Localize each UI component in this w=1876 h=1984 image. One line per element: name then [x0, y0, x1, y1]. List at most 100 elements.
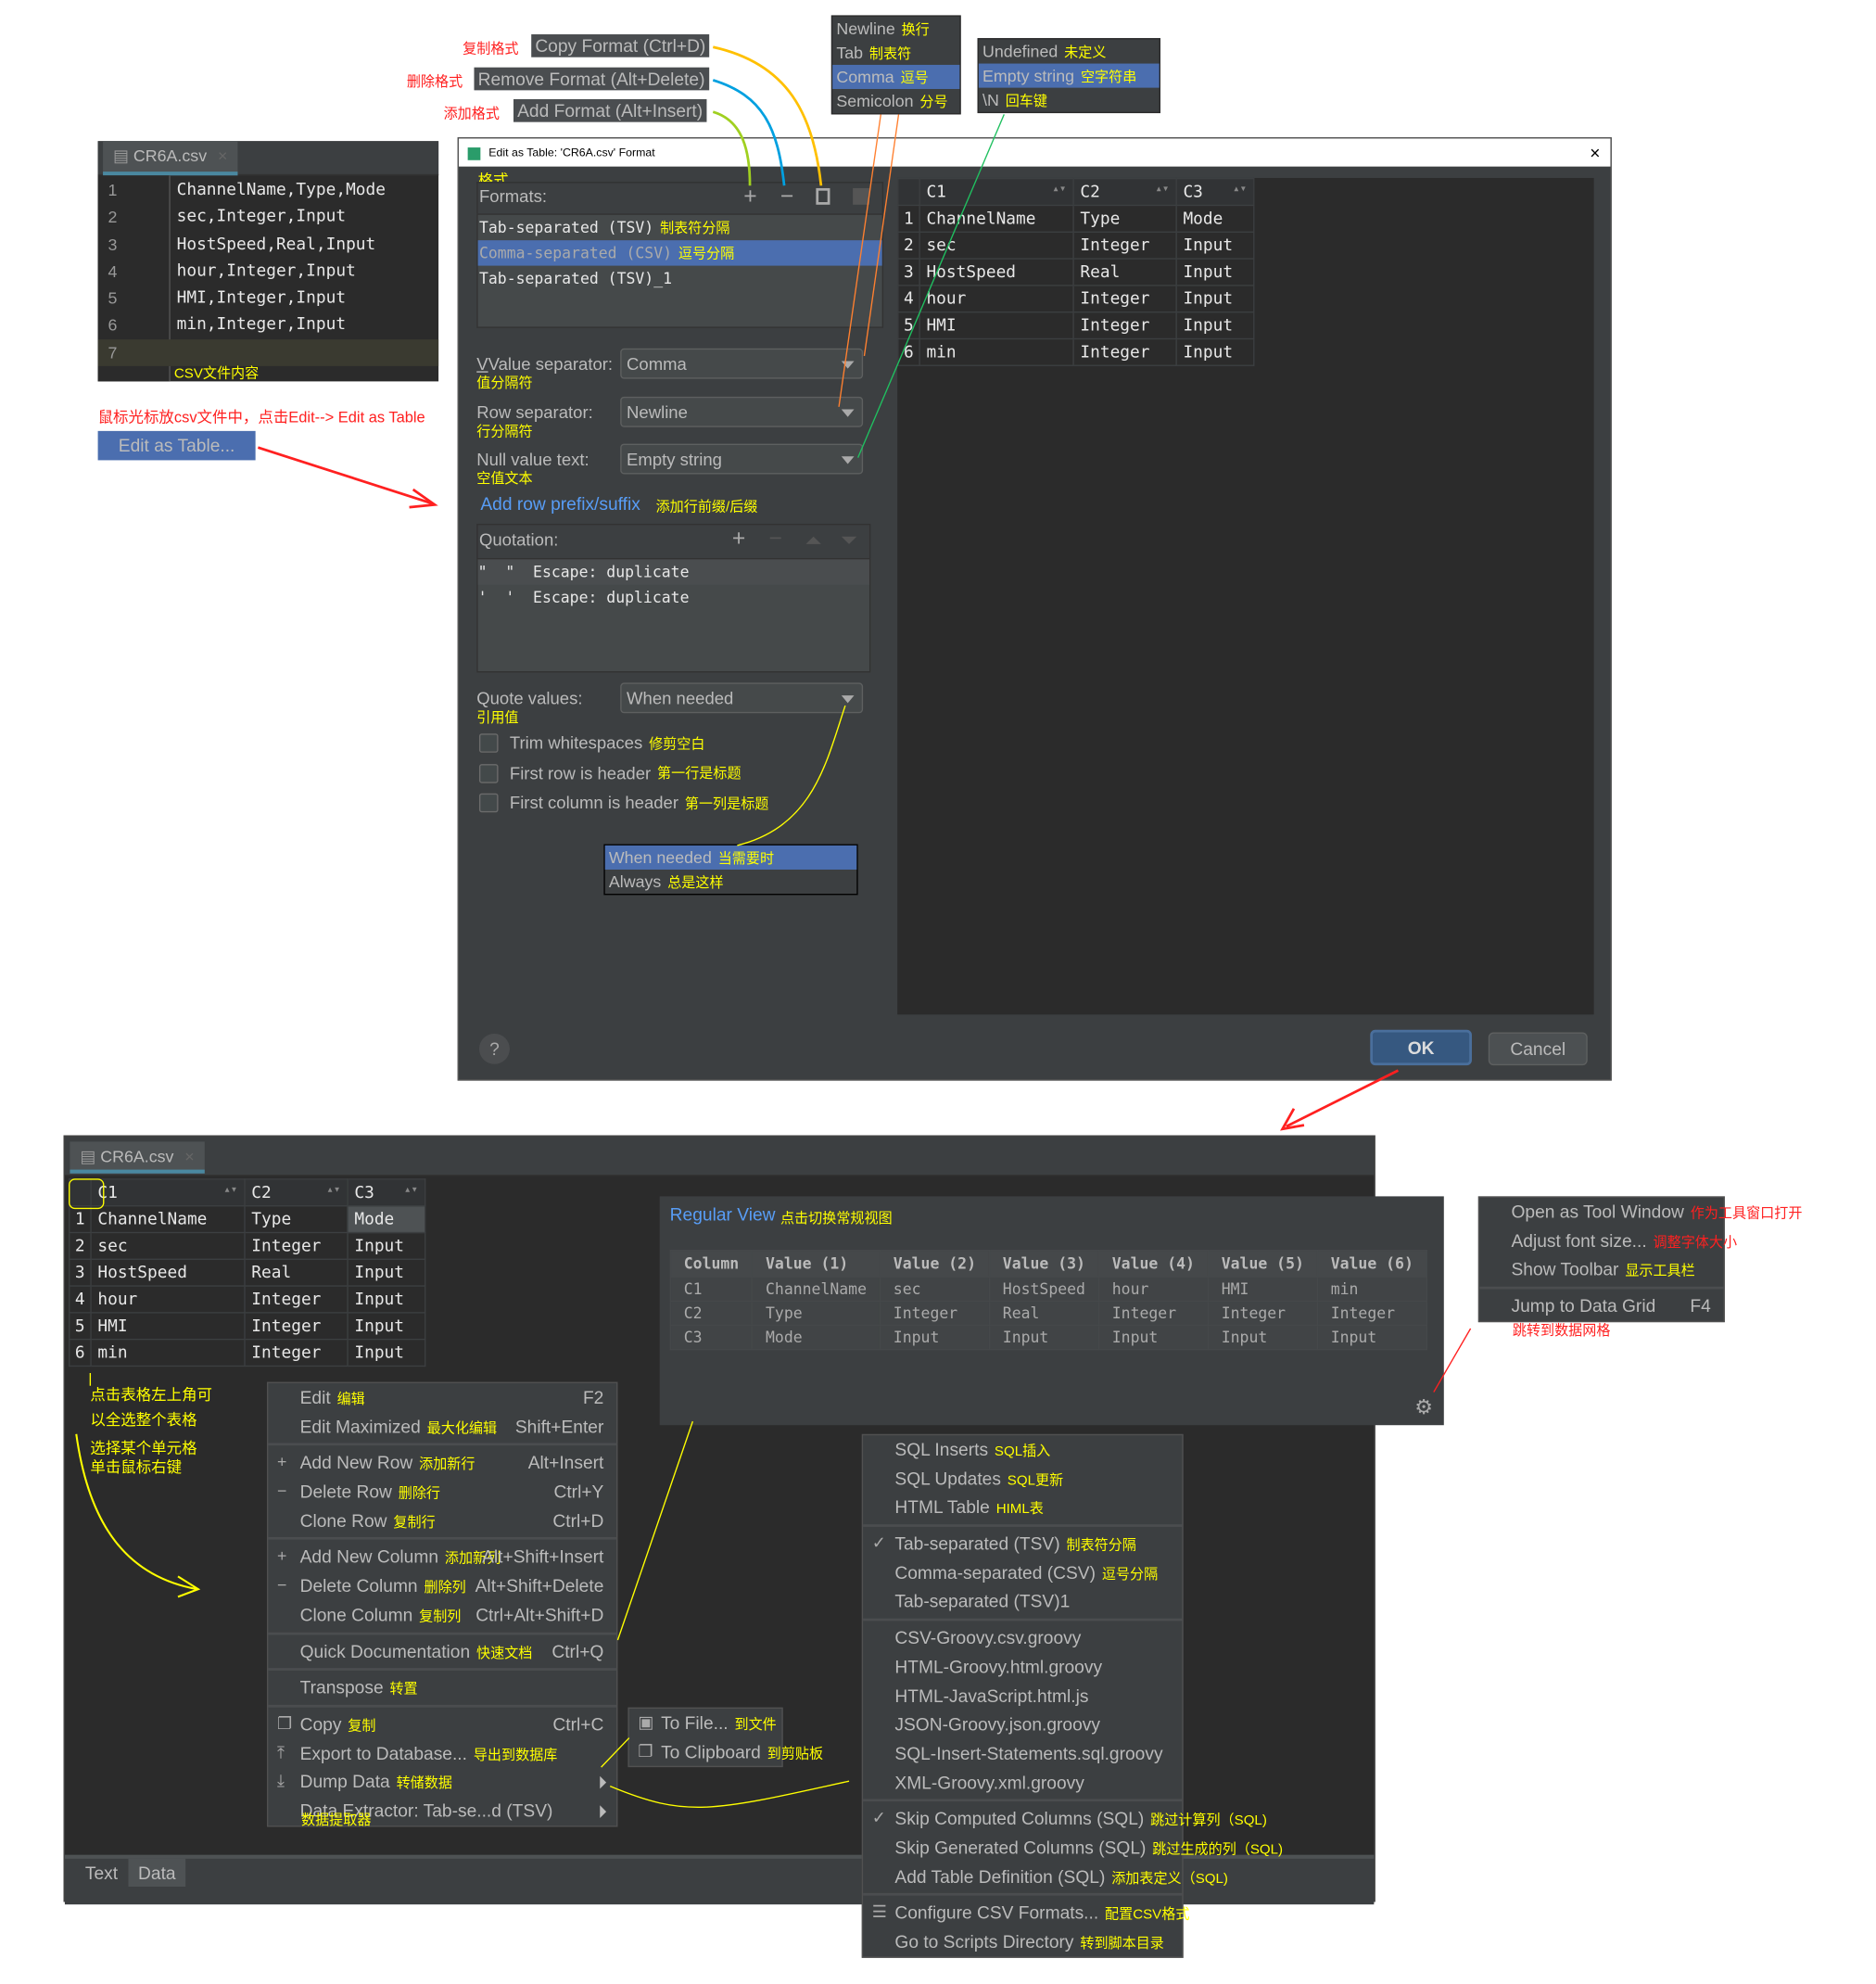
column-header[interactable]: C3 ▴▾	[1175, 177, 1255, 207]
popup-option[interactable]: Empty string 空字符串	[978, 63, 1160, 88]
menu-item-to-clipboard[interactable]: ❐ To Clipboard 到剪贴板	[629, 1737, 823, 1766]
menu-item-dump-data[interactable]: ⤓ Dump Data 转储数据	[268, 1767, 616, 1796]
menu-item-sql-insert-statements-sql-groovy[interactable]: SQL-Insert-Statements.sql.groovy	[863, 1739, 1182, 1768]
row-number[interactable]: 6	[69, 1338, 92, 1367]
menu-item-show-toolbar[interactable]: Show Toolbar 显示工具栏	[1479, 1255, 1723, 1284]
copy-format-button[interactable]	[816, 187, 830, 205]
table-row[interactable]: 5 HMI Integer Input	[897, 311, 1255, 340]
menu-item-quick-documentation[interactable]: Quick Documentation 快速文档 Ctrl+Q	[268, 1637, 616, 1666]
sort-icon[interactable]: ▴▾	[1052, 183, 1066, 196]
table-row[interactable]: 4 hour Integer Input	[897, 285, 1255, 313]
menu-item-xml-groovy-xml-groovy[interactable]: XML-Groovy.xml.groovy	[863, 1768, 1182, 1797]
menu-item-sql-inserts[interactable]: SQL Inserts SQL插入	[863, 1435, 1182, 1464]
close-tab-icon[interactable]: ×	[218, 146, 227, 166]
row-number[interactable]: 1	[897, 204, 920, 233]
menu-item-open-as-tool-window[interactable]: Open as Tool Window 作为工具窗口打开	[1479, 1198, 1802, 1227]
table-row[interactable]: 1 ChannelName Type Mode	[897, 204, 1255, 233]
table-cell[interactable]: Integer	[1072, 285, 1177, 313]
table-row[interactable]: 6 min Integer Input	[897, 337, 1255, 366]
table-cell[interactable]: Integer	[1072, 337, 1177, 366]
table-cell[interactable]: HostSpeed	[919, 258, 1074, 286]
table-cell[interactable]: Input	[1175, 231, 1255, 260]
table-cell[interactable]: Input	[347, 1285, 426, 1314]
row-number[interactable]: 2	[69, 1231, 92, 1260]
regular-view-link[interactable]: Regular View	[670, 1204, 776, 1225]
table-cell[interactable]: Integer	[244, 1285, 349, 1314]
table-cell[interactable]: HostSpeed	[90, 1258, 246, 1287]
table-cell[interactable]: Input	[1175, 258, 1255, 286]
menu-item-edit-maximized[interactable]: Edit Maximized 最大化编辑 Shift+Enter	[268, 1412, 616, 1441]
file-tab[interactable]: ▤ CR6A.csv ×	[70, 1141, 205, 1174]
popup-option[interactable]: Comma 逗号	[832, 64, 960, 89]
menu-item-transpose[interactable]: Transpose 转置	[268, 1673, 616, 1702]
menu-item-html-javascript-html-js[interactable]: HTML-JavaScript.html.js	[863, 1682, 1182, 1711]
add-row-prefix-link[interactable]: Add row prefix/suffix	[480, 493, 640, 514]
table-cell[interactable]: hour	[90, 1285, 246, 1314]
row-number[interactable]: 4	[69, 1285, 92, 1314]
menu-item-comma-separated-csv[interactable]: Comma-separated (CSV) 逗号分隔	[863, 1558, 1182, 1587]
select-all-corner[interactable]	[69, 1178, 105, 1210]
menu-item-skip-generated-columns-sql[interactable]: Skip Generated Columns (SQL) 跳过生成的列（SQL)	[863, 1833, 1283, 1862]
value-separator-select[interactable]: Comma	[620, 348, 864, 379]
checkbox-row[interactable]: Trim whitespaces 修剪空白	[478, 729, 768, 758]
table-cell[interactable]: Input	[347, 1338, 426, 1367]
table-row[interactable]: 2 sec Integer Input	[897, 231, 1255, 260]
close-tab-icon[interactable]: ×	[184, 1147, 194, 1166]
table-cell[interactable]: Type	[1072, 204, 1177, 233]
table-row[interactable]: 5 HMI Integer Input	[69, 1312, 426, 1341]
data-grid[interactable]: C1 ▴▾ C2 ▴▾ C3 ▴▾ 1 ChannelName Type Mode 2 sec Inte…	[69, 1178, 426, 1367]
cancel-button[interactable]: Cancel	[1488, 1032, 1588, 1066]
row-number[interactable]: 5	[69, 1312, 92, 1341]
menu-item-add-new-column[interactable]: + Add New Column 添加新列 Alt+Shift+Insert	[268, 1543, 616, 1571]
table-cell[interactable]: Input	[1175, 311, 1255, 340]
row-number[interactable]: 3	[897, 258, 920, 286]
file-tab[interactable]: ▤ CR6A.csv ×	[103, 141, 238, 176]
move-up-icon[interactable]	[805, 536, 821, 544]
menu-item-add-table-definition-sql[interactable]: Add Table Definition (SQL) 添加表定义（SQL)	[863, 1862, 1228, 1890]
menu-item-go-to-scripts-directory[interactable]: Go to Scripts Directory 转到脚本目录	[863, 1927, 1182, 1956]
table-cell[interactable]: Input	[1175, 285, 1255, 313]
row-number[interactable]: 5	[897, 311, 920, 340]
help-button[interactable]: ?	[478, 1033, 510, 1064]
format-item[interactable]: Tab-separated (TSV)_1	[478, 266, 882, 291]
column-header[interactable]: C1 ▴▾	[90, 1178, 246, 1207]
table-cell[interactable]: HMI	[919, 311, 1074, 340]
table-cell[interactable]: HMI	[90, 1312, 246, 1341]
table-cell[interactable]: min	[919, 337, 1074, 366]
table-cell[interactable]: Input	[347, 1231, 426, 1260]
table-row[interactable]: 3 HostSpeed Real Input	[897, 258, 1255, 286]
row-separator-select[interactable]: Newline	[620, 396, 864, 427]
format-item[interactable]: Comma-separated (CSV) 逗号分隔	[477, 240, 882, 266]
menu-item-html-groovy-html-groovy[interactable]: HTML-Groovy.html.groovy	[863, 1652, 1182, 1681]
menu-item-copy[interactable]: ❐ Copy 复制 Ctrl+C	[268, 1710, 616, 1738]
menu-item-tab-separated-tsv[interactable]: ✓ Tab-separated (TSV) 制表符分隔	[863, 1530, 1182, 1558]
quote-values-select[interactable]: When needed	[620, 682, 864, 714]
menu-item-html-table[interactable]: HTML Table HIML表	[863, 1493, 1182, 1521]
menu-item-edit[interactable]: Edit 编辑 F2	[268, 1383, 616, 1412]
menu-item-csv-groovy-csv-groovy[interactable]: CSV-Groovy.csv.groovy	[863, 1623, 1182, 1652]
remove-format-button[interactable]: −	[780, 183, 793, 210]
menu-item-configure-csv-formats[interactable]: ☰ Configure CSV Formats... 配置CSV格式	[863, 1899, 1190, 1927]
menu-item-to-file[interactable]: ▣ To File... 到文件	[629, 1709, 782, 1737]
formats-list[interactable]: Tab-separated (TSV) 制表符分隔 Comma-separated …	[476, 213, 884, 328]
column-header[interactable]: C2 ▴▾	[244, 1178, 349, 1207]
column-header[interactable]: C1 ▴▾	[919, 177, 1074, 207]
row-number[interactable]: 1	[69, 1204, 92, 1234]
table-row[interactable]: 3 HostSpeed Real Input	[69, 1258, 426, 1287]
table-cell[interactable]: Type	[244, 1204, 349, 1234]
add-quotation-button[interactable]: +	[732, 525, 745, 552]
menu-item-export-to-database[interactable]: ⤒ Export to Database... 导出到数据库	[268, 1738, 616, 1767]
table-cell[interactable]: sec	[90, 1231, 246, 1260]
table-row[interactable]: 2 sec Integer Input	[69, 1231, 426, 1260]
close-dialog-icon[interactable]: ×	[1590, 138, 1600, 166]
table-cell[interactable]: Integer	[1072, 311, 1177, 340]
checkbox[interactable]	[478, 763, 499, 783]
checkbox[interactable]	[478, 794, 499, 813]
table-cell[interactable]: Integer	[244, 1312, 349, 1341]
table-cell[interactable]: Input	[347, 1258, 426, 1287]
menu-item-add-new-row[interactable]: + Add New Row 添加新行 Alt+Insert	[268, 1448, 616, 1477]
add-format-button[interactable]: +	[743, 183, 756, 210]
menu-item-json-groovy-json-groovy[interactable]: JSON-Groovy.json.groovy	[863, 1711, 1182, 1739]
popup-option[interactable]: Semicolon 分号	[832, 89, 959, 113]
gear-icon[interactable]: ⚙	[1414, 1394, 1433, 1419]
